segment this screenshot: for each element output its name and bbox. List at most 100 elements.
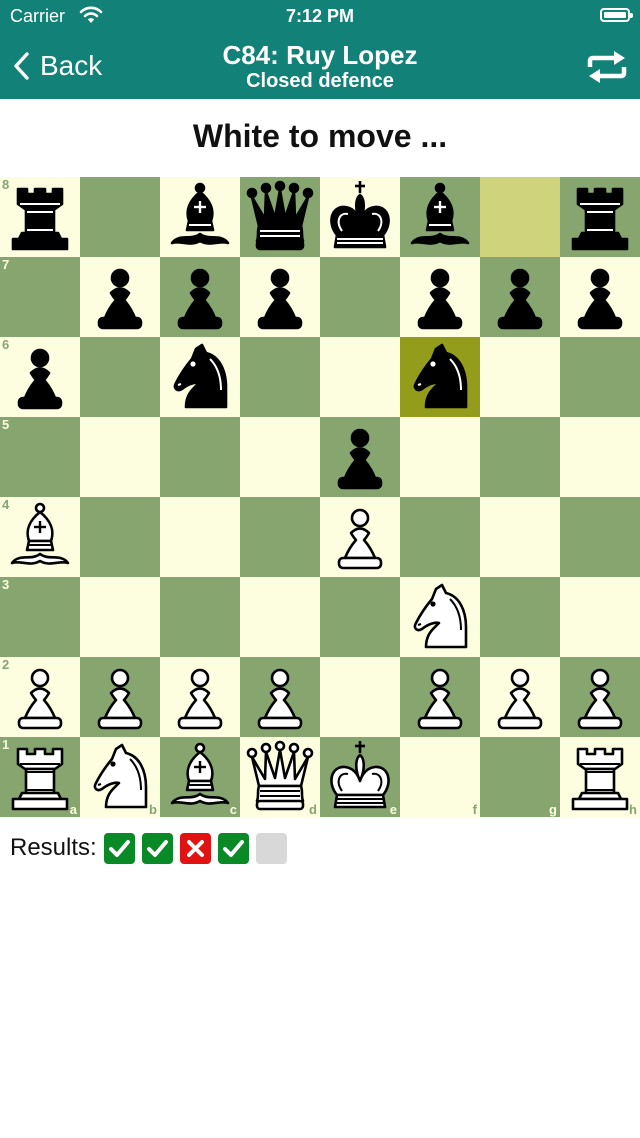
- white-rook-piece[interactable]: [560, 737, 640, 817]
- square-d8[interactable]: [240, 177, 320, 257]
- square-f1[interactable]: f: [400, 737, 480, 817]
- square-c4[interactable]: [160, 497, 240, 577]
- square-c6[interactable]: [160, 337, 240, 417]
- square-b4[interactable]: [80, 497, 160, 577]
- square-c5[interactable]: [160, 417, 240, 497]
- square-e7[interactable]: [320, 257, 400, 337]
- square-b5[interactable]: [80, 417, 160, 497]
- square-f3[interactable]: [400, 577, 480, 657]
- square-d1[interactable]: d: [240, 737, 320, 817]
- white-knight-piece[interactable]: [400, 577, 480, 657]
- square-h2[interactable]: [560, 657, 640, 737]
- white-pawn-piece[interactable]: [560, 657, 640, 737]
- square-e4[interactable]: [320, 497, 400, 577]
- square-e3[interactable]: [320, 577, 400, 657]
- black-queen-piece[interactable]: [240, 177, 320, 257]
- black-pawn-piece[interactable]: [400, 257, 480, 337]
- black-pawn-piece[interactable]: [0, 337, 80, 417]
- square-e1[interactable]: e: [320, 737, 400, 817]
- square-f7[interactable]: [400, 257, 480, 337]
- black-king-piece[interactable]: [320, 177, 400, 257]
- square-a5[interactable]: 5: [0, 417, 80, 497]
- square-d4[interactable]: [240, 497, 320, 577]
- black-pawn-piece[interactable]: [560, 257, 640, 337]
- square-f4[interactable]: [400, 497, 480, 577]
- square-a1[interactable]: 1a: [0, 737, 80, 817]
- square-a6[interactable]: 6: [0, 337, 80, 417]
- white-bishop-piece[interactable]: [0, 497, 80, 577]
- square-d3[interactable]: [240, 577, 320, 657]
- white-king-piece[interactable]: [320, 737, 400, 817]
- square-d7[interactable]: [240, 257, 320, 337]
- white-bishop-piece[interactable]: [160, 737, 240, 817]
- white-knight-piece[interactable]: [80, 737, 160, 817]
- square-a2[interactable]: 2: [0, 657, 80, 737]
- square-g3[interactable]: [480, 577, 560, 657]
- square-e8[interactable]: [320, 177, 400, 257]
- square-h7[interactable]: [560, 257, 640, 337]
- square-g4[interactable]: [480, 497, 560, 577]
- square-h1[interactable]: h: [560, 737, 640, 817]
- square-b2[interactable]: [80, 657, 160, 737]
- square-h8[interactable]: [560, 177, 640, 257]
- square-d5[interactable]: [240, 417, 320, 497]
- square-c3[interactable]: [160, 577, 240, 657]
- status-bar: Carrier 7:12 PM: [0, 0, 640, 34]
- square-a8[interactable]: 8: [0, 177, 80, 257]
- square-f6[interactable]: [400, 337, 480, 417]
- square-a7[interactable]: 7: [0, 257, 80, 337]
- square-g7[interactable]: [480, 257, 560, 337]
- square-b6[interactable]: [80, 337, 160, 417]
- square-g8[interactable]: [480, 177, 560, 257]
- white-pawn-piece[interactable]: [240, 657, 320, 737]
- square-g6[interactable]: [480, 337, 560, 417]
- square-h5[interactable]: [560, 417, 640, 497]
- square-a4[interactable]: 4: [0, 497, 80, 577]
- white-pawn-piece[interactable]: [320, 497, 400, 577]
- black-knight-piece[interactable]: [400, 337, 480, 417]
- white-pawn-piece[interactable]: [160, 657, 240, 737]
- square-g2[interactable]: [480, 657, 560, 737]
- square-c7[interactable]: [160, 257, 240, 337]
- square-c2[interactable]: [160, 657, 240, 737]
- square-h4[interactable]: [560, 497, 640, 577]
- flip-board-icon[interactable]: [586, 50, 628, 84]
- chess-board[interactable]: 8 7 6 5 4 3 2 1 a b c d e f g h: [0, 177, 640, 819]
- black-bishop-piece[interactable]: [400, 177, 480, 257]
- black-rook-piece[interactable]: [0, 177, 80, 257]
- black-bishop-piece[interactable]: [160, 177, 240, 257]
- black-pawn-piece[interactable]: [80, 257, 160, 337]
- white-queen-piece[interactable]: [240, 737, 320, 817]
- white-pawn-piece[interactable]: [400, 657, 480, 737]
- square-b1[interactable]: b: [80, 737, 160, 817]
- black-pawn-piece[interactable]: [240, 257, 320, 337]
- square-g5[interactable]: [480, 417, 560, 497]
- square-d2[interactable]: [240, 657, 320, 737]
- square-c1[interactable]: c: [160, 737, 240, 817]
- square-h3[interactable]: [560, 577, 640, 657]
- black-rook-piece[interactable]: [560, 177, 640, 257]
- white-rook-piece[interactable]: [0, 737, 80, 817]
- square-h6[interactable]: [560, 337, 640, 417]
- square-c8[interactable]: [160, 177, 240, 257]
- white-pawn-piece[interactable]: [0, 657, 80, 737]
- black-pawn-piece[interactable]: [480, 257, 560, 337]
- square-a3[interactable]: 3: [0, 577, 80, 657]
- white-pawn-piece[interactable]: [80, 657, 160, 737]
- white-pawn-piece[interactable]: [480, 657, 560, 737]
- square-f2[interactable]: [400, 657, 480, 737]
- square-e2[interactable]: [320, 657, 400, 737]
- square-e5[interactable]: [320, 417, 400, 497]
- square-b8[interactable]: [80, 177, 160, 257]
- square-g1[interactable]: g: [480, 737, 560, 817]
- square-f5[interactable]: [400, 417, 480, 497]
- square-d6[interactable]: [240, 337, 320, 417]
- square-b3[interactable]: [80, 577, 160, 657]
- square-f8[interactable]: [400, 177, 480, 257]
- black-knight-piece[interactable]: [160, 337, 240, 417]
- black-pawn-piece[interactable]: [160, 257, 240, 337]
- square-e6[interactable]: [320, 337, 400, 417]
- square-b7[interactable]: [80, 257, 160, 337]
- results-label: Results:: [10, 834, 97, 861]
- black-pawn-piece[interactable]: [320, 417, 400, 497]
